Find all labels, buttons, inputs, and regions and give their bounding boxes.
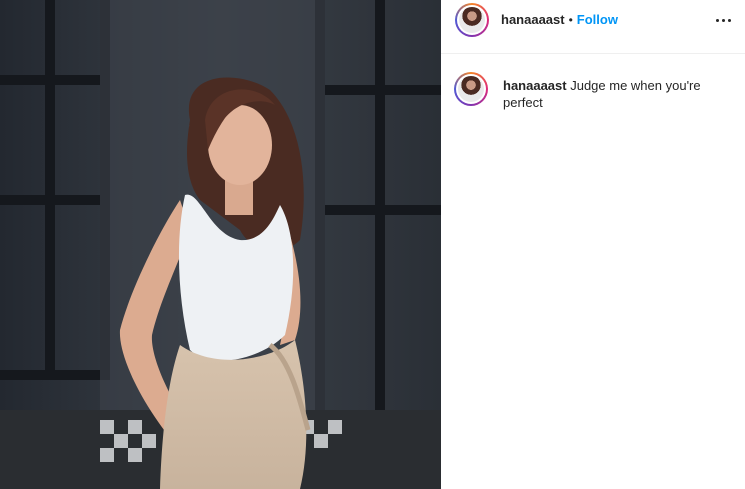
more-options-icon[interactable] [711, 12, 735, 28]
avatar[interactable] [455, 3, 489, 37]
post-header: hanaaaast • Follow [441, 0, 745, 54]
caption-avatar[interactable] [454, 72, 488, 106]
avatar-image [459, 7, 485, 33]
caption-username[interactable]: hanaaaast [503, 78, 567, 93]
header-username[interactable]: hanaaaast [501, 12, 565, 27]
post-photo [0, 0, 441, 489]
caption-body: hanaaaast Judge me when you're perfect [503, 77, 723, 111]
post-photo-illustration [0, 0, 441, 489]
post-side-panel: hanaaaast • Follow hanaaaast Judge me wh… [441, 0, 745, 489]
header-user-line: hanaaaast • Follow [501, 12, 618, 27]
follow-button[interactable]: Follow [577, 12, 618, 27]
separator-dot: • [568, 12, 573, 27]
caption-avatar-image [458, 76, 484, 102]
